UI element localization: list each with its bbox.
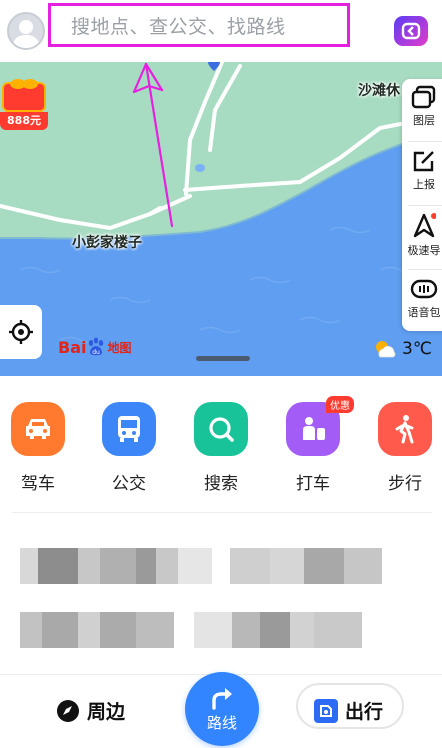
partly-cloudy-icon bbox=[376, 341, 396, 358]
logo-text-bai: Bai bbox=[58, 337, 87, 357]
route-arrow-icon bbox=[212, 687, 232, 710]
report-label: 上报 bbox=[413, 178, 435, 191]
promo-amount: 888元 bbox=[0, 112, 48, 130]
drive-label: 驾车 bbox=[21, 474, 55, 494]
locate-me-button[interactable] bbox=[0, 305, 42, 359]
discount-badge: 优惠 bbox=[326, 396, 354, 413]
nearby-label: 周边 bbox=[87, 701, 126, 723]
bus-label: 公交 bbox=[112, 474, 146, 494]
quick-action-drive[interactable]: 驾车 bbox=[8, 402, 68, 494]
walk-icon bbox=[378, 402, 432, 456]
top-bar: 搜地点、查公交、找路线 bbox=[0, 0, 442, 62]
voice-assistant-button[interactable] bbox=[394, 16, 428, 46]
voice-pack-button[interactable]: 语音包 bbox=[402, 271, 442, 331]
navigation-icon bbox=[413, 213, 436, 238]
car-icon bbox=[11, 402, 65, 456]
paw-logo-icon: du bbox=[89, 337, 104, 356]
report-button[interactable]: 上报 bbox=[402, 143, 442, 203]
nav-go-out[interactable]: 出行 bbox=[314, 697, 383, 724]
voice-pack-icon bbox=[410, 279, 438, 299]
route-label: 路线 bbox=[206, 713, 237, 732]
user-avatar-icon bbox=[12, 20, 40, 48]
walk-label: 步行 bbox=[388, 474, 422, 494]
compass-icon bbox=[57, 699, 79, 722]
nav-nearby[interactable]: 周边 bbox=[56, 697, 125, 724]
blurred-content-row bbox=[20, 612, 362, 648]
gift-bow-icon bbox=[10, 79, 38, 89]
route-button[interactable]: 路线 bbox=[185, 672, 259, 746]
taxi-icon: 优惠 bbox=[286, 396, 354, 456]
search-label: 搜索 bbox=[204, 474, 238, 494]
search-placeholder: 搜地点、查公交、找路线 bbox=[71, 15, 286, 38]
blurred-content-row bbox=[20, 548, 382, 584]
fast-navigation-label: 极速导 bbox=[407, 244, 441, 257]
voice-pack-label: 语音包 bbox=[407, 306, 441, 319]
quick-action-walk[interactable]: 步行 bbox=[375, 402, 435, 494]
avatar[interactable] bbox=[7, 12, 45, 50]
go-out-icon bbox=[314, 698, 338, 723]
layers-label: 图层 bbox=[413, 114, 435, 127]
svg-text:du: du bbox=[93, 349, 101, 356]
map-place-label: 小彭家楼子 bbox=[72, 235, 142, 251]
promo-gift[interactable]: 888元 bbox=[0, 76, 50, 132]
report-icon bbox=[413, 151, 434, 172]
fast-navigation-button[interactable]: 极速导 bbox=[402, 207, 442, 267]
quick-action-bus[interactable]: 公交 bbox=[99, 402, 159, 494]
quick-action-taxi[interactable]: 优惠 打车 bbox=[283, 396, 354, 494]
logo-text-ditu: 地图 bbox=[107, 340, 132, 355]
section-divider bbox=[12, 512, 432, 513]
map-side-panel: 图层 上报 极速导 语音包 bbox=[402, 79, 442, 331]
weather-temperature: 3℃ bbox=[402, 339, 432, 359]
taxi-label: 打车 bbox=[296, 474, 330, 494]
assistant-icon bbox=[401, 22, 421, 40]
layers-icon bbox=[411, 85, 436, 109]
quick-actions: 驾车 公交 搜索 优惠 打车 步行 bbox=[0, 376, 442, 496]
layers-button[interactable]: 图层 bbox=[402, 79, 442, 139]
baidu-map-logo: Bai du 地图 bbox=[58, 336, 132, 358]
bus-icon bbox=[102, 402, 156, 456]
map-place-label: 沙滩休 bbox=[358, 83, 400, 99]
search-input[interactable]: 搜地点、查公交、找路线 bbox=[48, 3, 350, 47]
quick-action-search[interactable]: 搜索 bbox=[191, 402, 251, 494]
search-icon bbox=[194, 402, 248, 456]
go-out-label: 出行 bbox=[345, 701, 384, 723]
drag-handle[interactable] bbox=[196, 356, 250, 361]
crosshair-icon bbox=[9, 320, 33, 344]
weather-widget[interactable]: 3℃ bbox=[372, 338, 432, 360]
